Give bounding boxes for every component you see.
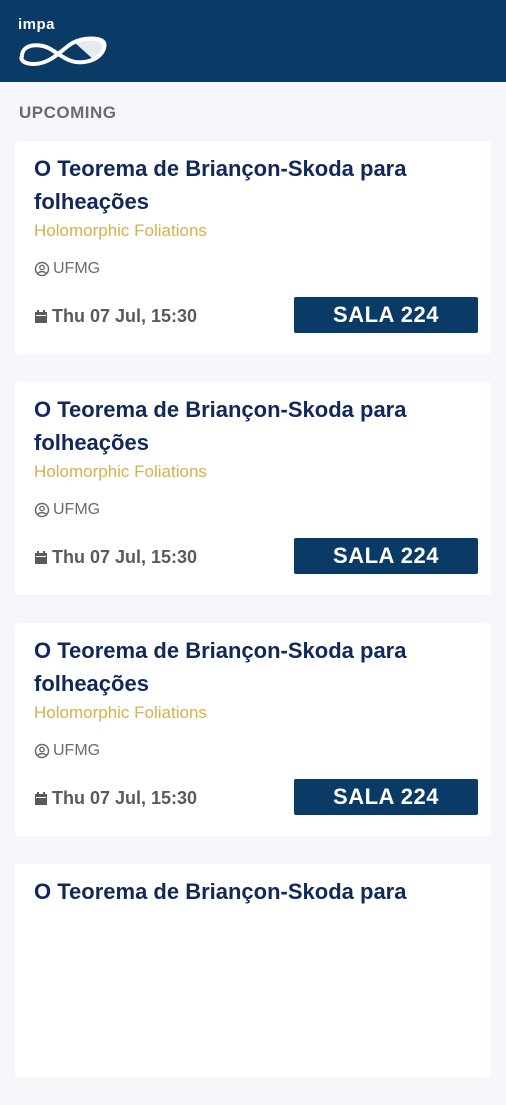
datetime-label: Thu 07 Jul, 15:30: [52, 306, 198, 326]
account-circle-icon: [34, 502, 50, 518]
account-circle-icon: [34, 261, 50, 277]
room-badge: SALA 224: [294, 297, 478, 333]
event-card[interactable]: O Teorema de Briançon-Skoda para: [15, 864, 491, 1077]
event-datetime: Thu 07 Jul, 15:30: [34, 547, 197, 568]
institution-label: UFMG: [53, 260, 101, 277]
room-badge: SALA 224: [294, 538, 478, 574]
app-header: impa: [0, 0, 506, 82]
datetime-label: Thu 07 Jul, 15:30: [52, 788, 198, 808]
event-subtitle: Holomorphic Foliations: [34, 462, 207, 481]
room-badge: SALA 224: [294, 779, 478, 815]
event-datetime: Thu 07 Jul, 15:30: [34, 306, 197, 327]
event-card[interactable]: O Teorema de Briançon-Skoda para folheaç…: [15, 382, 491, 595]
institution-label: UFMG: [53, 742, 101, 759]
event-card[interactable]: O Teorema de Briançon-Skoda para folheaç…: [15, 623, 491, 836]
logo-text: impa: [18, 16, 56, 33]
event-datetime: Thu 07 Jul, 15:30: [34, 788, 197, 809]
calendar-icon: [35, 310, 47, 323]
calendar-icon: [35, 792, 47, 805]
institution-label: UFMG: [53, 501, 101, 518]
event-title: O Teorema de Briançon-Skoda para: [34, 879, 407, 904]
event-list: O Teorema de Briançon-Skoda para folheaç…: [0, 141, 506, 1105]
infinity-logo-icon: [19, 36, 107, 66]
calendar-icon: [35, 551, 47, 564]
event-title: O Teorema de Briançon-Skoda para folheaç…: [34, 156, 407, 214]
event-institution: UFMG: [34, 260, 100, 278]
datetime-label: Thu 07 Jul, 15:30: [52, 547, 198, 567]
event-title: O Teorema de Briançon-Skoda para folheaç…: [34, 638, 407, 696]
impa-logo[interactable]: impa: [18, 16, 114, 70]
event-institution: UFMG: [34, 501, 100, 519]
event-title: O Teorema de Briançon-Skoda para folheaç…: [34, 397, 407, 455]
section-label-upcoming: UPCOMING: [19, 103, 117, 122]
event-subtitle: Holomorphic Foliations: [34, 703, 207, 722]
event-card[interactable]: O Teorema de Briançon-Skoda para folheaç…: [15, 141, 491, 354]
account-circle-icon: [34, 743, 50, 759]
event-institution: UFMG: [34, 742, 100, 760]
event-subtitle: Holomorphic Foliations: [34, 221, 207, 240]
